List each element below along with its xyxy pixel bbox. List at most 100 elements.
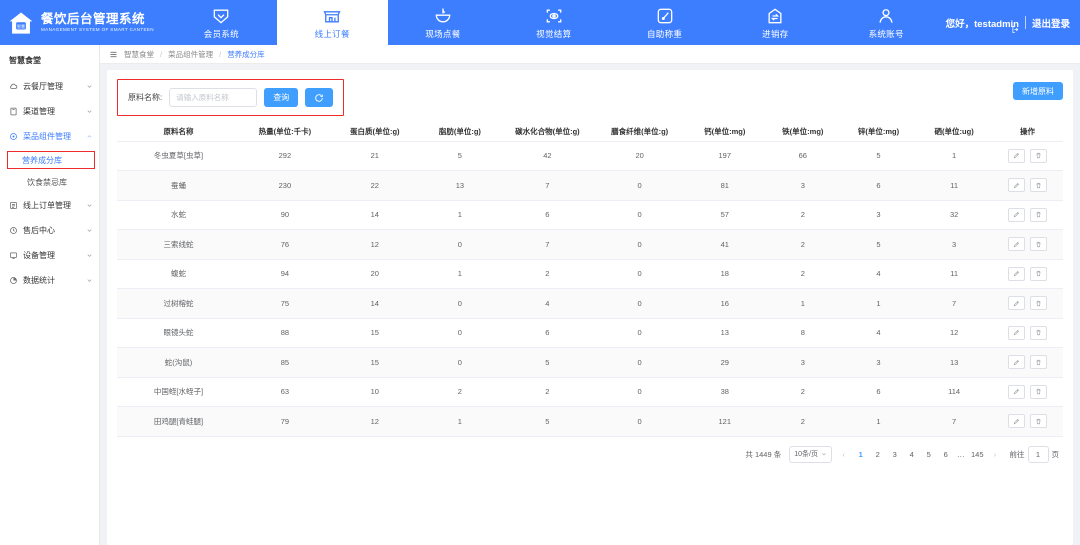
edit-row-button[interactable]	[1008, 296, 1025, 310]
search-button[interactable]: 查询	[264, 88, 298, 107]
delete-row-button[interactable]	[1030, 237, 1047, 251]
breadcrumb-item-root[interactable]: 智慧食堂	[124, 49, 154, 60]
edit-row-button[interactable]	[1008, 237, 1025, 251]
pagination-page-3[interactable]: 3	[889, 450, 900, 459]
pencil-edit-icon	[1013, 152, 1020, 159]
pagination-prev-button[interactable]: ‹	[838, 450, 849, 459]
cell-iron: 66	[765, 141, 841, 171]
cell-energy: 79	[240, 407, 330, 437]
delete-row-button[interactable]	[1030, 326, 1047, 340]
pagination-jump-input[interactable]	[1028, 446, 1049, 463]
cell-actions	[992, 289, 1063, 319]
cell-ingredient-name: 过树榕蛇	[117, 289, 240, 319]
edit-row-button[interactable]	[1008, 149, 1025, 163]
pagination: 共 1449 条 10条/页 ‹ 1 2 3 4 5 6 ... 145 › 前…	[107, 437, 1073, 463]
pagination-page-6[interactable]: 6	[940, 450, 951, 459]
cell-ingredient-name: 蚕蛹	[117, 171, 240, 201]
sidebar-item-data-statistics[interactable]: 数据统计	[0, 268, 99, 293]
nav-item-label: 系统账号	[869, 28, 904, 40]
cell-energy: 88	[240, 318, 330, 348]
row-action-group	[994, 267, 1061, 281]
cell-actions	[992, 318, 1063, 348]
sidebar-subitem-diet-taboo-library[interactable]: 饮食禁忌库	[6, 171, 93, 193]
brand-title: 餐饮后台管理系统	[41, 12, 154, 26]
pagination-last-page[interactable]: 145	[971, 450, 984, 459]
add-ingredient-button[interactable]: 新增原料	[1013, 82, 1063, 100]
sidebar-item-device-mgmt[interactable]: 设备管理	[0, 243, 99, 268]
menu-collapse-icon[interactable]	[109, 50, 118, 59]
cell-calcium: 13	[685, 318, 765, 348]
bowl-order-icon	[433, 6, 453, 26]
edit-row-button[interactable]	[1008, 178, 1025, 192]
edit-row-button[interactable]	[1008, 326, 1025, 340]
exit-door-icon[interactable]	[1011, 25, 1020, 34]
chevron-down-icon	[821, 451, 827, 457]
nav-item-self-weighing[interactable]: 自助称重	[609, 0, 720, 45]
delete-row-button[interactable]	[1030, 208, 1047, 222]
user-account-icon	[876, 6, 896, 26]
nav-item-onsite-ordering[interactable]: 现场点餐	[388, 0, 499, 45]
cell-fat: 1	[420, 259, 500, 289]
cell-fiber: 0	[595, 259, 685, 289]
cell-ingredient-name: 中国蛭[水蛭子]	[117, 377, 240, 407]
pagination-page-5[interactable]: 5	[923, 450, 934, 459]
cell-ingredient-name: 三索线蛇	[117, 230, 240, 260]
delete-row-button[interactable]	[1030, 414, 1047, 428]
edit-row-button[interactable]	[1008, 385, 1025, 399]
delete-row-button[interactable]	[1030, 296, 1047, 310]
delete-row-button[interactable]	[1030, 267, 1047, 281]
cell-energy: 75	[240, 289, 330, 319]
cell-zinc: 1	[841, 289, 917, 319]
delete-row-button[interactable]	[1030, 385, 1047, 399]
page-size-select[interactable]: 10条/页	[789, 446, 832, 463]
cell-protein: 12	[330, 407, 420, 437]
cell-protein: 21	[330, 141, 420, 171]
sidebar-subitem-label: 饮食禁忌库	[27, 177, 67, 188]
nav-item-system-account[interactable]: 系统账号	[831, 0, 942, 45]
chevron-down-icon	[86, 277, 93, 284]
edit-row-button[interactable]	[1008, 208, 1025, 222]
pagination-ellipsis[interactable]: ...	[957, 450, 965, 459]
pagination-jump-suffix: 页	[1052, 449, 1060, 460]
chevron-up-icon	[86, 133, 93, 140]
cell-protein: 22	[330, 171, 420, 201]
nav-item-member-system[interactable]: 会员系统	[166, 0, 277, 45]
sidebar-item-dish-component[interactable]: 菜品组件管理	[0, 124, 99, 149]
cell-protein: 10	[330, 377, 420, 407]
delete-row-button[interactable]	[1030, 178, 1047, 192]
pagination-page-4[interactable]: 4	[906, 450, 917, 459]
nav-item-visual-settlement[interactable]: 视觉结算	[498, 0, 609, 45]
svg-text:智慧: 智慧	[17, 22, 25, 28]
pagination-page-2[interactable]: 2	[872, 450, 883, 459]
cell-selenium: 114	[916, 377, 992, 407]
col-zinc: 锌(单位:mg)	[841, 122, 917, 141]
delete-row-button[interactable]	[1030, 149, 1047, 163]
breadcrumb-item-parent[interactable]: 菜品组件管理	[168, 49, 213, 60]
delete-row-button[interactable]	[1030, 355, 1047, 369]
ingredient-name-input[interactable]	[169, 88, 257, 107]
cell-fat: 1	[420, 200, 500, 230]
nav-item-online-ordering[interactable]: 线上订餐	[277, 0, 388, 45]
cell-carb: 7	[500, 230, 595, 260]
edit-row-button[interactable]	[1008, 267, 1025, 281]
cell-ingredient-name: 眼镜头蛇	[117, 318, 240, 348]
row-action-group	[994, 208, 1061, 222]
logout-button[interactable]: 退出登录	[1032, 16, 1070, 30]
pagination-page-1[interactable]: 1	[855, 450, 866, 459]
sidebar-item-online-order-mgmt[interactable]: 线上订单管理	[0, 193, 99, 218]
cell-calcium: 197	[685, 141, 765, 171]
sidebar-item-aftersales[interactable]: 售后中心	[0, 218, 99, 243]
breadcrumb-separator: /	[160, 50, 162, 59]
reset-refresh-button[interactable]	[305, 88, 333, 107]
breadcrumb-item-current: 营养成分库	[227, 49, 265, 60]
edit-row-button[interactable]	[1008, 355, 1025, 369]
pagination-next-button[interactable]: ›	[990, 450, 1001, 459]
cell-zinc: 3	[841, 348, 917, 378]
sidebar-subitem-nutrition-library[interactable]: 营养成分库	[7, 151, 95, 169]
sidebar-item-cloud-restaurant[interactable]: 云餐厅管理	[0, 74, 99, 99]
edit-row-button[interactable]	[1008, 414, 1025, 428]
nav-item-label: 进销存	[762, 28, 788, 40]
nav-item-inventory[interactable]: 进销存	[720, 0, 831, 45]
sidebar-item-channel[interactable]: 渠道管理	[0, 99, 99, 124]
brand-logo-area[interactable]: 智慧 餐饮后台管理系统 MANAGEMENT SYSTEM OF SMART C…	[0, 0, 166, 45]
